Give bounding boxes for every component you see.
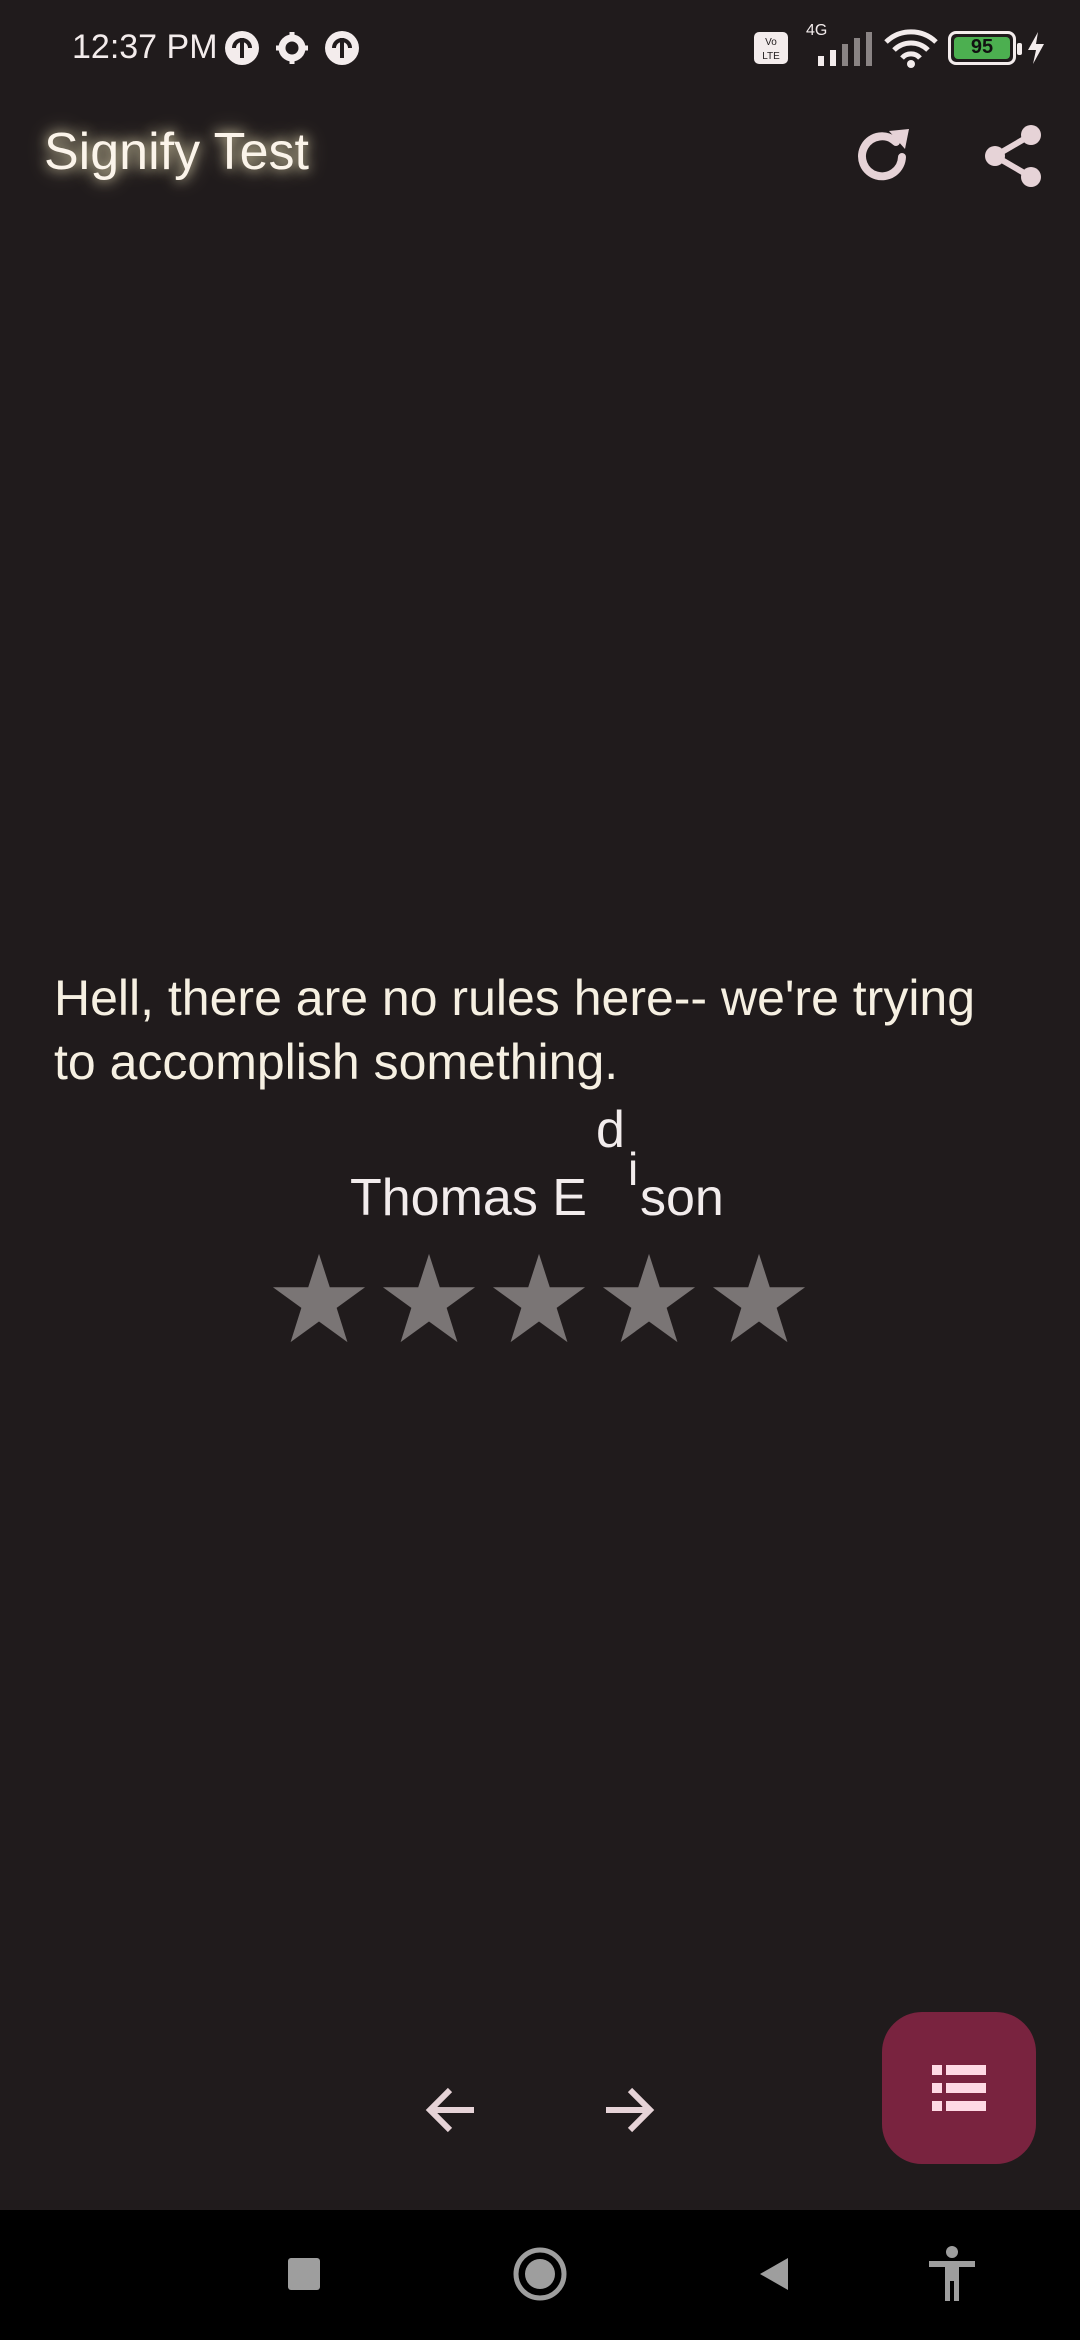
top-app-bar: Signify Test [0,96,1080,216]
status-bar: 12:37 PM Vo LTE 4G 95 [0,0,1080,96]
rating-stars [270,1250,808,1348]
arrow-left-icon [425,2087,474,2133]
star-icon[interactable] [380,1250,478,1348]
volte-icon: Vo LTE [754,32,788,64]
accessibility-icon [929,2246,975,2301]
quote-text: Hell, there are no rules here-- we're tr… [54,970,976,1090]
star-icon[interactable] [710,1250,808,1348]
app-title: Signify Test [44,123,309,181]
home-button[interactable] [510,2244,570,2304]
accessibility-button[interactable] [922,2244,982,2304]
signal-group: 4G [798,22,874,68]
list-fab-button[interactable] [882,2012,1036,2164]
author-letter-d: d [596,1101,625,1159]
quote-author: Thomas E d i son [0,1100,1080,1230]
wifi-icon [884,29,938,68]
status-left-icons [224,30,360,66]
list-icon [932,2065,986,2111]
notification-icon [325,31,359,65]
charging-icon [1028,32,1044,64]
recents-icon [288,2258,320,2290]
home-icon [513,2247,567,2301]
back-button[interactable] [744,2244,804,2304]
system-navigation-bar [0,2210,1080,2340]
recents-button[interactable] [274,2244,334,2304]
battery-icon: 95 [948,31,1022,65]
svg-text:LTE: LTE [762,51,780,62]
star-icon[interactable] [490,1250,588,1348]
next-quote-button[interactable] [588,2074,668,2146]
author-name-part: Thomas E [350,1169,587,1227]
status-time: 12:37 PM [72,28,218,66]
refresh-button[interactable] [842,116,922,196]
settings-icon [276,32,308,64]
back-icon [760,2258,788,2290]
previous-quote-button[interactable] [412,2074,492,2146]
share-button[interactable] [974,116,1054,196]
author-letter-i: i [628,1143,639,1195]
network-type-label: 4G [806,22,828,39]
star-icon[interactable] [270,1250,368,1348]
star-icon[interactable] [600,1250,698,1348]
notification-icon [225,31,259,65]
share-icon [985,125,1041,187]
svg-text:Vo: Vo [765,37,777,48]
status-right-icons: Vo LTE 4G 95 [754,22,1046,68]
battery-level: 95 [970,36,994,58]
arrow-right-icon [606,2087,655,2133]
author-name-suffix: son [640,1169,724,1227]
refresh-icon [858,129,909,181]
